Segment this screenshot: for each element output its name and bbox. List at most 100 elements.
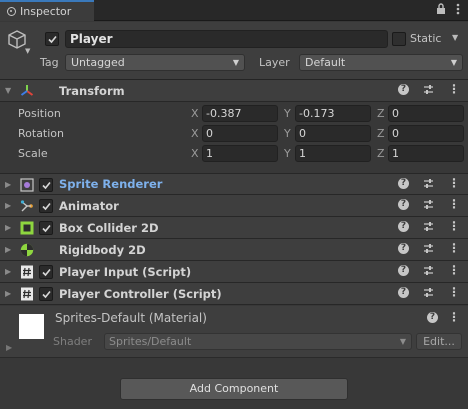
shader-dropdown[interactable]: Sprites/Default ▼ [104,333,412,350]
chevron-down-icon: ▼ [399,337,406,346]
axis-z-label[interactable]: Z [377,107,385,120]
static-checkbox[interactable] [392,32,406,46]
scale-z-field[interactable]: 1 [388,145,464,162]
box-collider-icon [20,221,34,235]
kebab-menu-icon[interactable]: ⋮ [448,83,460,95]
component-player-controller[interactable]: ▶ Player Controller (Script) ? ⋮ [0,283,468,305]
enabled-checkbox[interactable] [39,221,53,235]
presets-icon[interactable] [423,84,434,95]
kebab-menu-icon[interactable]: ⋮ [448,264,460,276]
material-preview[interactable] [19,314,44,339]
tag-value: Untagged [71,56,125,69]
gameobject-header: ▼ Player Static ▼ Tag Untagged ▼ Layer D… [0,22,468,80]
component-title: Animator [59,198,119,213]
rotation-z-field[interactable]: 0 [388,125,464,142]
row-label: Scale [18,147,48,160]
sprite-renderer-icon [20,178,34,192]
shader-value: Sprites/Default [109,335,192,348]
foldout-closed-icon[interactable]: ▶ [6,343,12,352]
active-checkbox[interactable] [45,32,59,46]
foldout-closed-icon[interactable]: ▶ [5,201,11,210]
component-title: Player Input (Script) [59,264,192,279]
axis-y-label[interactable]: Y [284,107,291,120]
component-rigidbody-2d[interactable]: ▶ Rigidbody 2D ? ⋮ [0,239,468,261]
kebab-menu-icon[interactable]: ⋮ [448,177,460,189]
chevron-down-icon: ▼ [450,58,457,67]
kebab-menu-icon[interactable] [456,3,460,18]
foldout-closed-icon[interactable]: ▶ [5,267,11,276]
tab-inspector[interactable]: Inspector [0,0,94,21]
axis-y-label[interactable]: Y [284,147,291,160]
foldout-closed-icon[interactable]: ▶ [5,223,11,232]
help-icon[interactable]: ? [398,84,409,95]
foldout-open-icon[interactable]: ▼ [5,86,11,95]
kebab-menu-icon[interactable]: ⋮ [448,198,460,210]
rotation-y-field[interactable]: 0 [295,125,371,142]
presets-icon[interactable] [423,265,434,276]
kebab-menu-icon[interactable]: ⋮ [448,220,460,232]
enabled-checkbox[interactable] [39,265,53,279]
axis-z-label[interactable]: Z [377,127,385,140]
foldout-closed-icon[interactable]: ▶ [5,180,11,189]
rigidbody-icon [20,243,34,257]
tag-label: Tag [40,56,59,69]
edit-shader-button[interactable]: Edit... [416,333,462,350]
transform-row-rotation: Rotation X 0 Y 0 Z 0 [0,124,468,144]
kebab-menu-icon[interactable]: ⋮ [448,242,460,254]
component-title: Sprite Renderer [59,177,163,191]
name-field[interactable]: Player [65,30,388,48]
position-x-field[interactable]: -0.387 [202,105,278,122]
help-icon[interactable]: ? [398,287,409,298]
help-icon[interactable]: ? [398,243,409,254]
component-sprite-renderer[interactable]: ▶ Sprite Renderer ? ⋮ [0,173,468,195]
kebab-menu-icon[interactable]: ⋮ [448,286,460,298]
axis-x-label[interactable]: X [191,107,199,120]
layer-dropdown[interactable]: Default ▼ [299,54,463,71]
chevron-down-icon: ▼ [232,58,239,67]
presets-icon[interactable] [423,178,434,189]
layer-value: Default [305,56,346,69]
foldout-closed-icon[interactable]: ▶ [5,289,11,298]
layer-label: Layer [259,56,290,69]
component-player-input[interactable]: ▶ Player Input (Script) ? ⋮ [0,261,468,283]
position-z-field[interactable]: 0 [388,105,464,122]
enabled-checkbox[interactable] [39,199,53,213]
chevron-down-icon[interactable]: ▼ [25,47,30,55]
help-icon[interactable]: ? [398,178,409,189]
transform-row-scale: Scale X 1 Y 1 Z 1 [0,144,468,164]
script-icon [20,287,34,301]
position-y-field[interactable]: -0.173 [295,105,371,122]
foldout-closed-icon[interactable]: ▶ [5,245,11,254]
presets-icon[interactable] [423,287,434,298]
axis-x-label[interactable]: X [191,147,199,160]
component-transform[interactable]: ▼ Transform ? ⋮ [0,80,468,102]
add-component-button[interactable]: Add Component [120,378,348,400]
presets-icon[interactable] [423,243,434,254]
help-icon[interactable]: ? [398,265,409,276]
lock-icon[interactable] [436,3,446,18]
presets-icon[interactable] [423,221,434,232]
transform-row-position: Position X -0.387 Y -0.173 Z 0 [0,104,468,124]
scale-x-field[interactable]: 1 [202,145,278,162]
axis-y-label[interactable]: Y [284,127,291,140]
help-icon[interactable]: ? [398,199,409,210]
presets-icon[interactable] [423,199,434,210]
info-icon [7,7,16,16]
help-icon[interactable]: ? [427,312,438,323]
axis-z-label[interactable]: Z [377,147,385,160]
tag-dropdown[interactable]: Untagged ▼ [65,54,245,71]
rotation-x-field[interactable]: 0 [202,125,278,142]
kebab-menu-icon[interactable]: ⋮ [448,311,460,323]
material-section: Sprites-Default (Material) ? ⋮ Shader Sp… [0,306,468,358]
component-animator[interactable]: ▶ Animator ? ⋮ [0,195,468,217]
component-title: Transform [59,83,125,98]
static-dropdown-icon[interactable]: ▼ [452,33,458,42]
component-box-collider-2d[interactable]: ▶ Box Collider 2D ? ⋮ [0,217,468,239]
enabled-checkbox[interactable] [39,287,53,301]
help-icon[interactable]: ? [398,221,409,232]
enabled-checkbox[interactable] [39,178,53,192]
tab-bar: Inspector [0,0,468,21]
scale-y-field[interactable]: 1 [295,145,371,162]
material-title: Sprites-Default (Material) [55,311,207,325]
axis-x-label[interactable]: X [191,127,199,140]
